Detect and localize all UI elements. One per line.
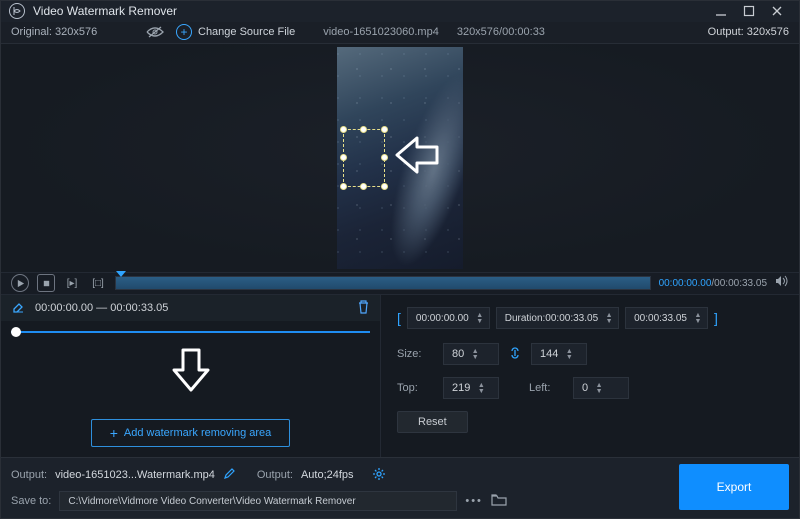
mark-out-button[interactable]: [□]: [89, 274, 107, 292]
spinner-down[interactable]: ▼: [564, 354, 574, 360]
left-field[interactable]: 0 ▲▼: [573, 377, 629, 399]
segment-playhead[interactable]: [11, 327, 21, 337]
volume-icon[interactable]: [775, 274, 789, 292]
segments-panel: 00:00:00.00 — 00:00:33.05 + Add watermar…: [1, 295, 381, 457]
plus-icon: +: [110, 426, 118, 440]
app-logo-icon: [9, 3, 25, 19]
change-source-button[interactable]: + Change Source File: [166, 24, 305, 40]
hint-arrow-left-icon: [393, 135, 439, 180]
resize-handle[interactable]: [340, 126, 347, 133]
watermark-selection-box[interactable]: [343, 129, 385, 187]
footer: Output: video-1651023...Watermark.mp4 Ou…: [1, 457, 799, 518]
video-frame: [337, 47, 463, 269]
resize-handle[interactable]: [381, 183, 388, 190]
time-readout: 00:00:00.00/00:00:33.05: [659, 278, 767, 289]
playhead[interactable]: [116, 271, 126, 277]
info-bar: Original: 320x576 + Change Source File v…: [1, 22, 799, 44]
bracket-close-icon[interactable]: ]: [714, 310, 718, 326]
resize-handle[interactable]: [381, 154, 388, 161]
width-field[interactable]: 80 ▲▼: [443, 343, 499, 365]
spinner-down[interactable]: ▼: [475, 318, 485, 324]
output-resolution-label: Output: 320x576: [708, 26, 789, 38]
resize-handle[interactable]: [381, 126, 388, 133]
spinner-down[interactable]: ▼: [470, 354, 480, 360]
export-button[interactable]: Export: [679, 464, 789, 510]
output-filename: video-1651023...Watermark.mp4: [55, 469, 215, 481]
app-window: Video Watermark Remover Original: 320x57…: [0, 0, 800, 519]
original-resolution-label: Original: 320x576: [11, 26, 97, 38]
resize-handle[interactable]: [360, 183, 367, 190]
properties-panel: [ 00:00:00.00 ▲▼ Duration:00:00:33.05 ▲▼…: [381, 295, 799, 457]
mark-in-button[interactable]: [▸]: [63, 274, 81, 292]
top-label: Top:: [397, 382, 433, 394]
left-label: Left:: [529, 382, 563, 394]
resize-handle[interactable]: [340, 154, 347, 161]
change-source-label: Change Source File: [198, 26, 295, 38]
save-to-label: Save to:: [11, 495, 51, 507]
end-time-field[interactable]: 00:00:33.05 ▲▼: [625, 307, 708, 329]
height-field[interactable]: 144 ▲▼: [531, 343, 587, 365]
segment-range: 00:00:00.00 — 00:00:33.05: [35, 302, 168, 314]
spinner-down[interactable]: ▼: [476, 388, 486, 394]
spinner-down[interactable]: ▼: [604, 318, 614, 324]
reset-button[interactable]: Reset: [397, 411, 468, 433]
maximize-button[interactable]: [735, 1, 763, 21]
lower-panels: 00:00:00.00 — 00:00:33.05 + Add watermar…: [1, 294, 799, 457]
close-button[interactable]: [763, 1, 791, 21]
output-file-label: Output:: [11, 469, 47, 481]
output-format: Auto;24fps: [301, 469, 354, 481]
open-folder-icon[interactable]: [491, 493, 507, 509]
add-watermark-area-button[interactable]: + Add watermark removing area: [91, 419, 291, 447]
timeline-scrubber[interactable]: [115, 276, 651, 290]
playback-bar: [▸] [□] 00:00:00.00/00:00:33.05: [1, 272, 799, 294]
plus-circle-icon: +: [176, 24, 192, 40]
segment-track[interactable]: [11, 327, 370, 337]
app-title: Video Watermark Remover: [33, 4, 707, 18]
duration-field[interactable]: Duration:00:00:33.05 ▲▼: [496, 307, 619, 329]
top-field[interactable]: 219 ▲▼: [443, 377, 499, 399]
video-preview[interactable]: [1, 44, 799, 272]
stop-button[interactable]: [37, 274, 55, 292]
save-path-field[interactable]: C:\Vidmore\Vidmore Video Converter\Video…: [59, 491, 457, 511]
titlebar: Video Watermark Remover: [1, 1, 799, 22]
minimize-button[interactable]: [707, 1, 735, 21]
spinner-down[interactable]: ▼: [693, 318, 703, 324]
resize-handle[interactable]: [340, 183, 347, 190]
resize-handle[interactable]: [360, 126, 367, 133]
preview-toggle-icon[interactable]: [146, 26, 166, 38]
aspect-lock-icon[interactable]: [509, 346, 521, 363]
output-settings-icon[interactable]: [372, 467, 386, 484]
bracket-open-icon[interactable]: [: [397, 310, 401, 326]
edit-filename-icon[interactable]: [223, 468, 235, 483]
play-button[interactable]: [11, 274, 29, 292]
hint-arrow-down-icon: [171, 348, 211, 399]
start-time-field[interactable]: 00:00:00.00 ▲▼: [407, 307, 490, 329]
eraser-icon: [11, 300, 27, 316]
delete-segment-button[interactable]: [357, 300, 370, 317]
source-filename: video-1651023060.mp4: [305, 26, 457, 38]
output-format-label: Output:: [257, 469, 293, 481]
spinner-down[interactable]: ▼: [594, 388, 604, 394]
segment-header: 00:00:00.00 — 00:00:33.05: [1, 295, 380, 321]
source-meta: 320x576/00:00:33: [457, 26, 545, 38]
size-label: Size:: [397, 348, 433, 360]
add-watermark-area-label: Add watermark removing area: [124, 427, 271, 439]
browse-button[interactable]: •••: [465, 495, 483, 507]
